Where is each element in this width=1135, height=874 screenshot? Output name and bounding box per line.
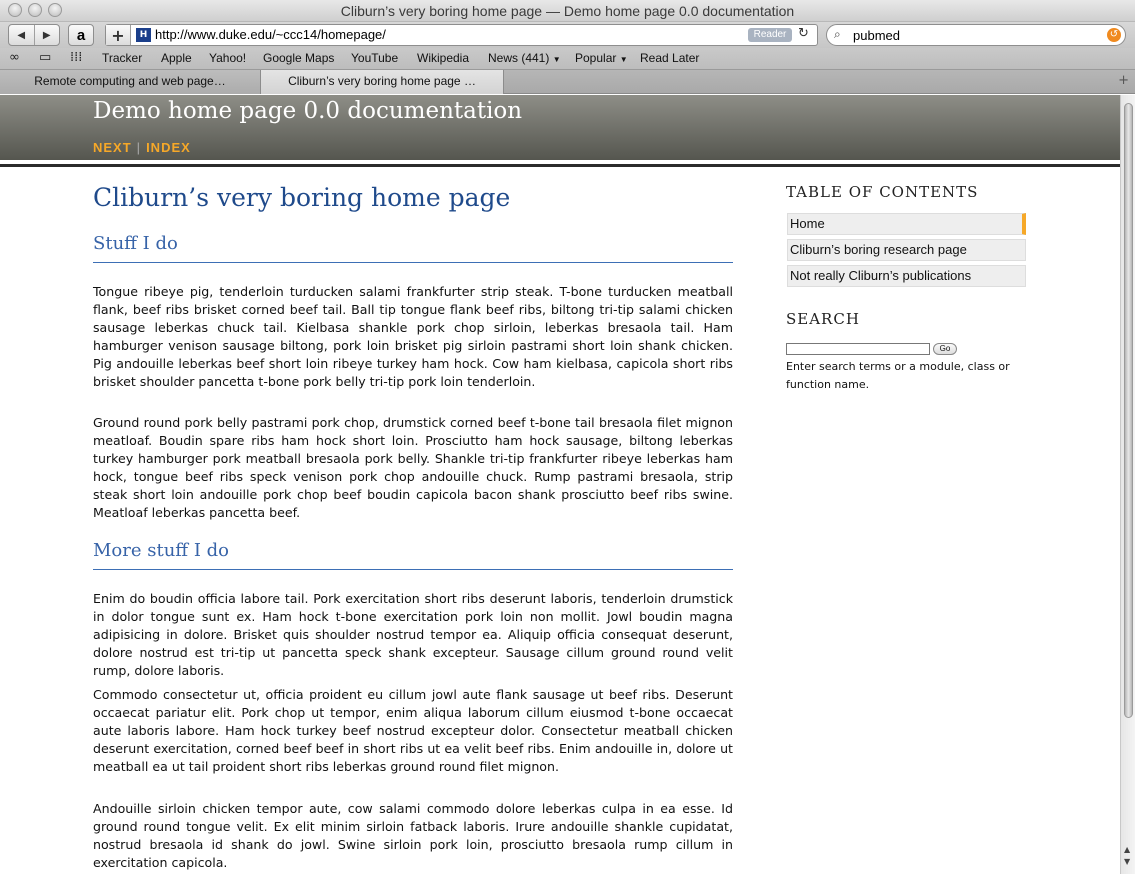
scroll-up-icon[interactable]: ▲	[1124, 845, 1130, 854]
browser-toolbar: ◀ ▶ a + H http://www.duke.edu/~ccc14/hom…	[0, 22, 1135, 48]
search-field[interactable]: ⌕ pubmed ↺	[826, 24, 1126, 46]
toc-item-publications[interactable]: Not really Cliburn’s publications	[787, 265, 1026, 287]
nav-separator: |	[136, 140, 142, 155]
site-title[interactable]: Demo home page 0.0 documentation	[93, 98, 522, 124]
toc-heading: TABLE OF CONTENTS	[786, 183, 979, 201]
page-header: Demo home page 0.0 documentation NEXT | IN…	[0, 95, 1120, 160]
window-title: Cliburn’s very boring home page — Demo h…	[340, 3, 795, 19]
top-sites-icon[interactable]: ⁞⁞⁞	[70, 50, 82, 65]
favicon-icon: H	[136, 28, 151, 42]
scroll-down-icon[interactable]: ▼	[1124, 857, 1130, 866]
bookmark-google-maps[interactable]: Google Maps	[263, 51, 334, 65]
bookmark-apple[interactable]: Apple	[161, 51, 192, 65]
paragraph: Commodo consectetur ut, officia proident…	[93, 687, 733, 774]
back-forward-group: ◀ ▶	[8, 24, 60, 46]
reload-icon[interactable]: ↻	[798, 26, 809, 41]
bookmark-wikipedia[interactable]: Wikipedia	[417, 51, 469, 65]
address-bar[interactable]: + H http://www.duke.edu/~ccc14/homepage/…	[105, 24, 818, 46]
bookmarks-bar: ∞ ▭ ⁞⁞⁞ Tracker Apple Yahoo! Google Maps…	[0, 48, 1135, 70]
bookmark-news-label: News (441)	[488, 51, 550, 65]
sidebar-search-input[interactable]	[786, 343, 930, 355]
clear-icon[interactable]: ↺	[1107, 28, 1121, 42]
bookmark-read-later[interactable]: Read Later	[640, 51, 699, 65]
scrollbar-thumb[interactable]	[1124, 103, 1133, 718]
section-heading-more-stuff: More stuff I do	[93, 540, 733, 570]
tab-boring-home-page[interactable]: Cliburn’s very boring home page …	[261, 70, 504, 94]
chevron-down-icon: ▼	[552, 55, 561, 64]
paragraph: Andouille sirloin chicken tempor aute, c…	[93, 801, 733, 870]
section-heading-stuff: Stuff I do	[93, 233, 733, 263]
go-button[interactable]: Go	[933, 343, 957, 355]
paragraph: Enim do boudin officia labore tail. Pork…	[93, 591, 733, 678]
header-divider	[0, 160, 1120, 168]
reader-button[interactable]: Reader	[748, 28, 792, 42]
search-icon: ⌕	[834, 27, 841, 41]
back-icon[interactable]: ◀	[9, 25, 35, 45]
bookmark-youtube[interactable]: YouTube	[351, 51, 398, 65]
vertical-scrollbar[interactable]: ▲ ▼	[1120, 95, 1135, 874]
page-title: Cliburn’s very boring home page	[93, 183, 511, 212]
url-text[interactable]: http://www.duke.edu/~ccc14/homepage/	[155, 27, 386, 42]
bookmark-popular[interactable]: Popular ▼	[575, 51, 628, 65]
bookmark-yahoo[interactable]: Yahoo!	[209, 51, 246, 65]
forward-icon[interactable]: ▶	[35, 25, 60, 45]
next-link[interactable]: NEXT	[93, 140, 132, 155]
paragraph: Ground round pork belly pastrami pork ch…	[93, 415, 733, 520]
new-tab-icon[interactable]: +	[1118, 73, 1129, 88]
search-field-value[interactable]: pubmed	[853, 28, 900, 43]
amazon-icon[interactable]: a	[68, 24, 94, 46]
chevron-down-icon: ▼	[619, 55, 628, 64]
tab-bar: Remote computing and web page… Cliburn’s…	[0, 70, 1135, 94]
related-nav: NEXT | INDEX	[93, 140, 191, 155]
toc-item-home[interactable]: Home	[787, 213, 1026, 235]
toc-item-research[interactable]: Cliburn’s boring research page	[787, 239, 1026, 261]
window-titlebar: Cliburn’s very boring home page — Demo h…	[0, 0, 1135, 22]
reading-list-icon[interactable]: ∞	[9, 50, 20, 65]
bookmark-news[interactable]: News (441) ▼	[488, 51, 561, 65]
search-heading: SEARCH	[786, 310, 860, 328]
add-bookmark-icon[interactable]: +	[106, 25, 131, 45]
paragraph: Tongue ribeye pig, tenderloin turducken …	[93, 284, 733, 389]
bookmarks-icon[interactable]: ▭	[39, 50, 51, 65]
search-help-text: Enter search terms or a module, class or…	[786, 360, 1010, 391]
bookmark-popular-label: Popular	[575, 51, 617, 65]
tab-remote-computing[interactable]: Remote computing and web page…	[0, 70, 261, 94]
index-link[interactable]: INDEX	[146, 140, 191, 155]
bookmark-tracker[interactable]: Tracker	[102, 51, 142, 65]
